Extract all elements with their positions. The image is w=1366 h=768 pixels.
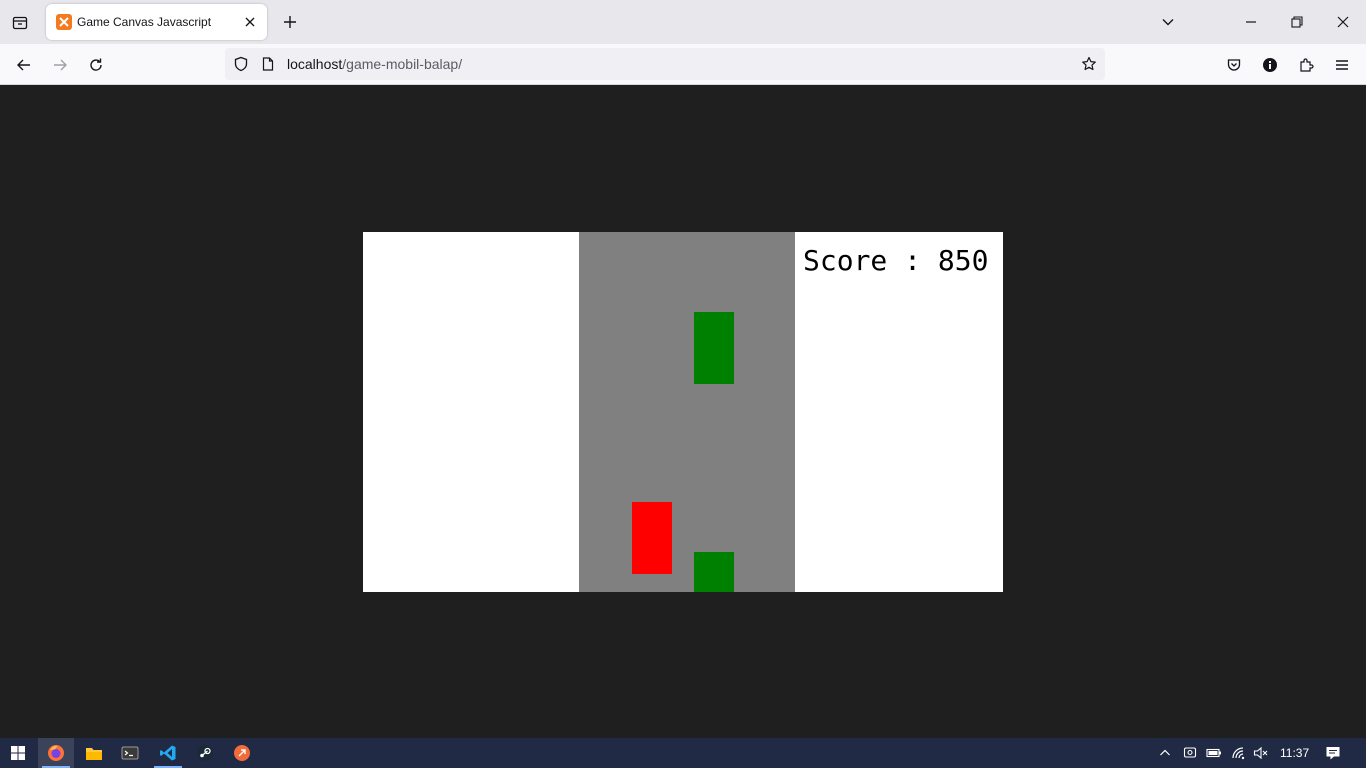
wifi-icon — [1232, 747, 1245, 760]
xampp-icon — [56, 14, 72, 30]
tray-battery[interactable] — [1205, 744, 1223, 762]
taskbar-firefox[interactable] — [38, 738, 74, 768]
clock[interactable]: 11:37 — [1280, 746, 1309, 760]
new-tab-button[interactable] — [278, 10, 302, 34]
taskbar-steam[interactable] — [187, 738, 223, 768]
back-arrow-icon — [17, 59, 30, 71]
restore-icon — [1291, 16, 1303, 28]
battery-icon — [1206, 748, 1221, 758]
bookmark-button[interactable] — [1079, 54, 1099, 74]
tab-list-button[interactable] — [6, 8, 34, 36]
pocket-button[interactable] — [1220, 51, 1248, 79]
camera-icon — [1183, 747, 1197, 758]
url-text[interactable]: localhost/game-mobil-balap/ — [287, 56, 462, 72]
enemy-car — [694, 312, 734, 384]
notification-center-button[interactable] — [1324, 744, 1342, 762]
plus-icon — [284, 16, 296, 28]
list-all-tabs-button[interactable] — [1154, 8, 1182, 36]
hamburger-icon — [1336, 60, 1348, 70]
notification-icon — [1326, 747, 1340, 760]
site-info-button[interactable] — [260, 55, 276, 73]
minimize-icon — [1246, 21, 1256, 23]
page-icon — [262, 57, 274, 71]
extensions-button[interactable] — [1292, 51, 1320, 79]
tray-meet-now[interactable] — [1181, 744, 1199, 762]
taskbar-app[interactable] — [224, 738, 260, 768]
menu-button[interactable] — [1328, 51, 1356, 79]
tab-list-icon — [12, 16, 28, 30]
close-icon — [1337, 16, 1349, 28]
start-button[interactable] — [0, 738, 36, 768]
volume-muted-icon — [1253, 746, 1268, 760]
pocket-icon — [1227, 59, 1241, 71]
restore-button[interactable] — [1283, 8, 1311, 36]
minimize-button[interactable] — [1237, 8, 1265, 36]
close-window-button[interactable] — [1329, 8, 1357, 36]
vscode-icon — [160, 745, 176, 761]
star-icon — [1082, 56, 1096, 71]
shield-icon — [234, 56, 248, 72]
forward-button[interactable] — [46, 51, 74, 79]
chevron-up-icon — [1160, 749, 1170, 756]
road — [579, 232, 795, 592]
steam-icon — [197, 745, 213, 761]
navigation-toolbar: localhost/game-mobil-balap/ — [0, 44, 1366, 85]
chevron-down-icon — [1162, 19, 1174, 26]
tab-close-button[interactable] — [240, 12, 260, 32]
windows-start-icon — [11, 746, 25, 760]
game-canvas[interactable]: Score : 850 — [363, 232, 1003, 592]
info-icon — [1263, 58, 1277, 72]
tab-bar: Game Canvas Javascript — [0, 0, 1366, 44]
forward-arrow-icon — [54, 59, 67, 71]
app-icon — [234, 745, 250, 761]
tray-network[interactable] — [1230, 744, 1248, 762]
reload-button[interactable] — [82, 51, 110, 79]
puzzle-icon — [1300, 58, 1314, 72]
close-icon — [245, 17, 255, 27]
tab-title: Game Canvas Javascript — [77, 15, 212, 29]
player-car — [632, 502, 672, 574]
enemy-car — [694, 552, 734, 592]
taskbar-file-explorer[interactable] — [76, 738, 112, 768]
browser-tab[interactable]: Game Canvas Javascript — [46, 4, 267, 40]
page-content: Score : 850 — [0, 85, 1366, 738]
info-button[interactable] — [1256, 51, 1284, 79]
url-host: localhost — [287, 56, 343, 72]
url-path: /game-mobil-balap/ — [342, 56, 463, 72]
tracking-protection-button[interactable] — [232, 55, 250, 73]
address-bar[interactable]: localhost/game-mobil-balap/ — [225, 48, 1105, 80]
taskbar-vscode[interactable] — [150, 738, 186, 768]
taskbar: 11:37 — [0, 738, 1366, 768]
reload-icon — [90, 58, 102, 71]
taskbar-terminal[interactable] — [112, 738, 148, 768]
show-hidden-icons-button[interactable] — [1156, 744, 1174, 762]
firefox-icon — [48, 745, 64, 761]
file-explorer-icon — [86, 748, 102, 760]
tray-volume[interactable] — [1252, 744, 1270, 762]
terminal-icon — [121, 746, 139, 760]
back-button[interactable] — [10, 51, 38, 79]
score-text: Score : 850 — [803, 244, 989, 277]
